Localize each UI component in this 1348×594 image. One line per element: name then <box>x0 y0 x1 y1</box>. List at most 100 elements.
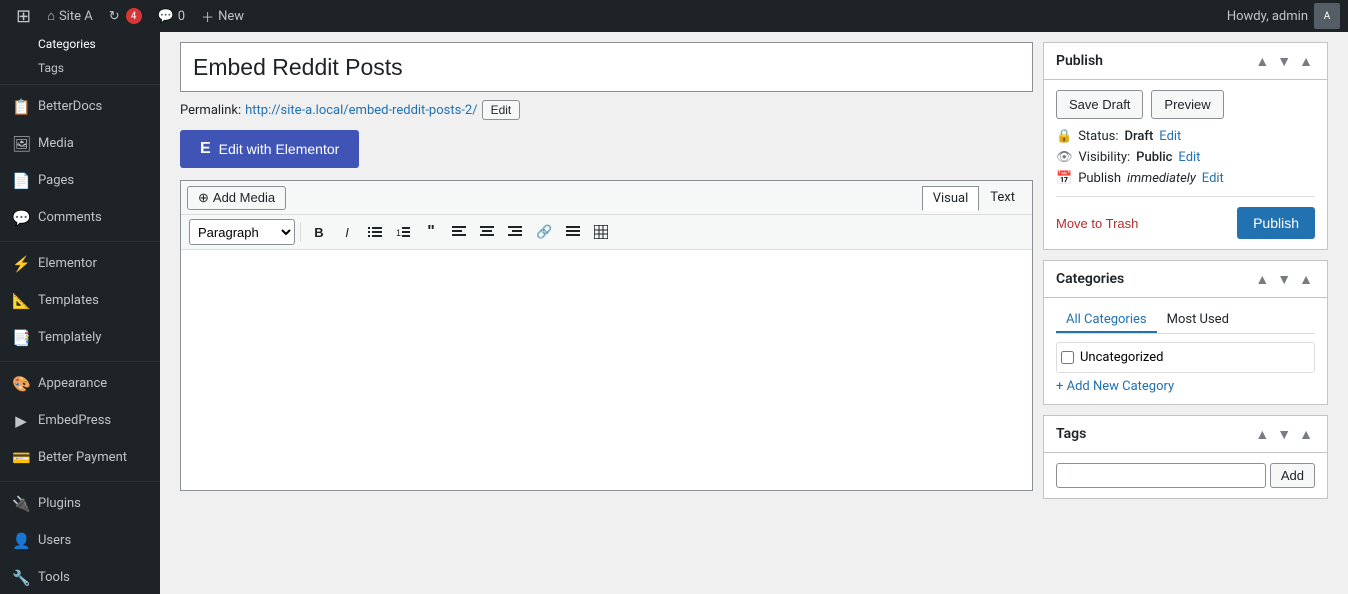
tags-box-content: Add <box>1044 453 1327 498</box>
align-justify-button[interactable] <box>560 219 586 245</box>
sidebar-item-plugins[interactable]: 🔌 Plugins <box>0 486 160 523</box>
category-item-label: Uncategorized <box>1080 350 1163 365</box>
editor-tabs: Visual Text <box>922 185 1026 210</box>
admin-bar: ⊞ ⌂ Site A ↻ 4 💬 0 ＋ New Howdy, admin A <box>0 0 1348 32</box>
tags-collapse-up-button[interactable]: ▲ <box>1253 424 1271 444</box>
sidebar-label: Appearance <box>38 375 107 393</box>
visibility-icon: 👁 <box>1056 150 1073 165</box>
cat-collapse-up-button[interactable]: ▲ <box>1253 269 1271 289</box>
category-item: Uncategorized <box>1061 347 1310 368</box>
tags-collapse-down-button[interactable]: ▼ <box>1275 424 1293 444</box>
bold-button[interactable]: B <box>306 219 332 245</box>
sidebar-item-templates[interactable]: 📐 Templates <box>0 283 160 320</box>
add-media-button[interactable]: ⊕ Add Media <box>187 186 286 210</box>
table-button[interactable] <box>588 219 614 245</box>
ol-button[interactable]: 1. <box>390 219 416 245</box>
tab-text[interactable]: Text <box>979 185 1026 210</box>
publish-box-header[interactable]: Publish ▲ ▼ ▲ <box>1044 43 1327 80</box>
collapse-up-button[interactable]: ▲ <box>1253 51 1271 71</box>
adminbar-logo[interactable]: ⊞ <box>8 0 39 32</box>
comments-icon: 💬 <box>12 208 30 229</box>
visibility-edit-link[interactable]: Edit <box>1178 150 1200 165</box>
blockquote-button[interactable]: " <box>418 219 444 245</box>
sidebar-item-better-payment[interactable]: 💳 Better Payment <box>0 440 160 477</box>
sidebar-item-betterdocs[interactable]: 📋 BetterDocs <box>0 89 160 126</box>
adminbar-new[interactable]: ＋ New <box>193 0 252 32</box>
sidebar-label: EmbedPress <box>38 412 111 430</box>
post-title-input[interactable] <box>180 42 1033 92</box>
add-tag-button[interactable]: Add <box>1270 463 1315 488</box>
move-to-trash-button[interactable]: Move to Trash <box>1056 216 1138 231</box>
users-icon: 👤 <box>12 531 30 552</box>
new-label: New <box>218 9 244 24</box>
sidebar-item-users[interactable]: 👤 Users <box>0 523 160 560</box>
adminbar-howdy[interactable]: Howdy, admin A <box>1227 3 1340 29</box>
publish-box-content: Save Draft Preview 🔒 Status: Draft Edit … <box>1044 80 1327 249</box>
adminbar-comments[interactable]: 💬 0 <box>150 0 194 32</box>
adminbar-site[interactable]: ⌂ Site A <box>39 0 101 32</box>
editor-body[interactable] <box>181 250 1032 490</box>
howdy-text: Howdy, admin <box>1227 9 1308 24</box>
admin-menu: Categories Tags 📋 BetterDocs 🖼 Media 📄 P… <box>0 32 160 594</box>
editor-container: ⊕ Add Media Visual Text Paragraph <box>180 180 1033 491</box>
plus-icon: ＋ <box>201 7 214 26</box>
categories-box-title: Categories <box>1056 271 1124 287</box>
align-left-button[interactable] <box>446 219 472 245</box>
ul-button[interactable] <box>362 219 388 245</box>
sidebar-label: Tools <box>38 569 70 587</box>
tags-close-button[interactable]: ▲ <box>1297 424 1315 444</box>
templately-icon: 📑 <box>12 328 30 349</box>
add-new-category-link[interactable]: + Add New Category <box>1056 379 1174 394</box>
category-checkbox[interactable] <box>1061 351 1074 364</box>
tools-icon: 🔧 <box>12 568 30 589</box>
updates-count: 4 <box>126 8 142 24</box>
tab-visual[interactable]: Visual <box>922 186 980 211</box>
visibility-label: Visibility: <box>1079 150 1131 165</box>
menu-divider-3 <box>0 361 160 362</box>
sidebar-item-comments[interactable]: 💬 Comments <box>0 200 160 237</box>
sidebar-item-pages[interactable]: 📄 Pages <box>0 163 160 200</box>
sidebar-item-templately[interactable]: 📑 Templately <box>0 320 160 357</box>
align-center-button[interactable] <box>474 219 500 245</box>
tags-text-input[interactable] <box>1056 463 1266 488</box>
sidebar-item-embedpress[interactable]: ▶ EmbedPress <box>0 403 160 440</box>
main-content: Permalink: http://site-a.local/embed-red… <box>160 32 1348 594</box>
adminbar-updates[interactable]: ↻ 4 <box>101 0 150 32</box>
tab-all-categories[interactable]: All Categories <box>1056 308 1157 333</box>
tab-most-used[interactable]: Most Used <box>1157 308 1239 333</box>
sidebar-item-appearance[interactable]: 🎨 Appearance <box>0 366 160 403</box>
publish-time-edit-link[interactable]: Edit <box>1202 171 1224 186</box>
collapse-down-button[interactable]: ▼ <box>1275 51 1293 71</box>
edit-with-elementor-button[interactable]: E Edit with Elementor <box>180 130 359 168</box>
align-right-button[interactable] <box>502 219 528 245</box>
sidebar-item-elementor[interactable]: ⚡ Elementor <box>0 246 160 283</box>
italic-button[interactable]: I <box>334 219 360 245</box>
sidebar-item-media[interactable]: 🖼 Media <box>0 126 160 163</box>
align-left-icon <box>452 226 466 238</box>
paragraph-select[interactable]: Paragraph Heading 1 Heading 2 Heading 3 … <box>189 219 295 245</box>
save-draft-button[interactable]: Save Draft <box>1056 90 1143 119</box>
status-edit-link[interactable]: Edit <box>1159 129 1181 144</box>
link-button[interactable]: 🔗 <box>530 219 558 245</box>
sidebar-item-categories[interactable]: Categories <box>0 32 160 56</box>
cat-close-button[interactable]: ▲ <box>1297 269 1315 289</box>
table-icon <box>594 225 608 239</box>
appearance-icon: 🎨 <box>12 374 30 395</box>
cat-collapse-down-button[interactable]: ▼ <box>1275 269 1293 289</box>
sidebar-label: Comments <box>38 209 102 227</box>
elementor-icon: ⚡ <box>12 254 30 275</box>
permalink-label: Permalink: <box>180 103 241 118</box>
permalink-bar: Permalink: http://site-a.local/embed-red… <box>180 100 1033 120</box>
sidebar-item-tags[interactable]: Tags <box>0 56 160 80</box>
sidebar-item-tools[interactable]: 🔧 Tools <box>0 560 160 594</box>
categories-box-header[interactable]: Categories ▲ ▼ ▲ <box>1044 261 1327 298</box>
tags-box-header[interactable]: Tags ▲ ▼ ▲ <box>1044 416 1327 453</box>
permalink-url[interactable]: http://site-a.local/embed-reddit-posts-2… <box>245 103 477 118</box>
status-row: 🔒 Status: Draft Edit <box>1056 129 1315 144</box>
preview-button[interactable]: Preview <box>1151 90 1223 119</box>
better-payment-icon: 💳 <box>12 448 30 469</box>
edit-permalink-button[interactable]: Edit <box>482 100 521 120</box>
close-postbox-button[interactable]: ▲ <box>1297 51 1315 71</box>
elementor-e-icon: E <box>200 140 211 158</box>
publish-button[interactable]: Publish <box>1237 207 1315 239</box>
